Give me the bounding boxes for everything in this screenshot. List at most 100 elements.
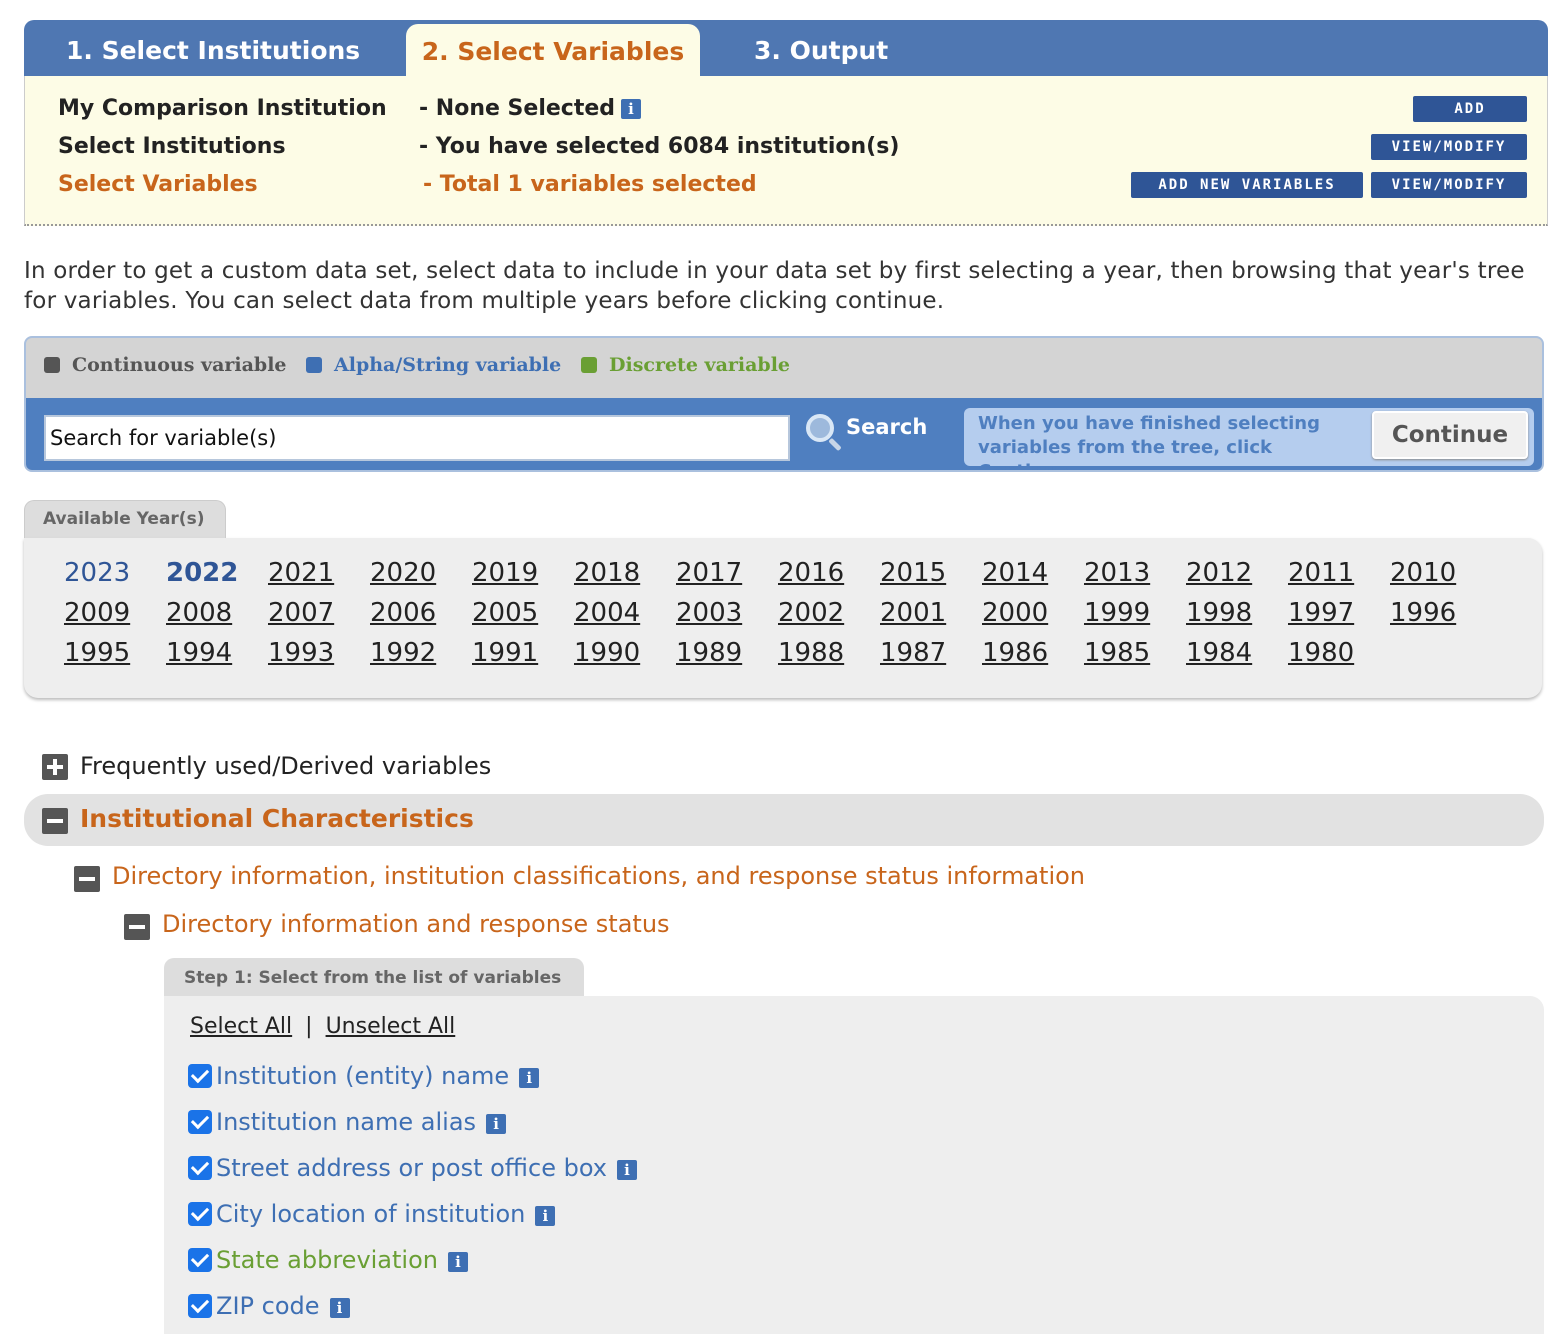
summary-value: - Total 1 variables selected [423,172,757,197]
year-link-2014[interactable]: 2014 [982,558,1048,588]
select-controls: Select All | Unselect All [190,1014,455,1039]
year-link-2011[interactable]: 2011 [1288,558,1354,588]
legend-continuous: Continuous variable [44,354,287,376]
legend-swatch [581,357,597,373]
view-modify-variables-button[interactable]: VIEW/MODIFY [1371,172,1527,198]
legend-swatch [306,357,322,373]
unselect-all-link[interactable]: Unselect All [326,1014,456,1039]
year-link-1988[interactable]: 1988 [778,638,844,668]
year-link-2015[interactable]: 2015 [880,558,946,588]
variable-item: Institution (entity) name i [188,1062,540,1090]
year-link-1996[interactable]: 1996 [1390,598,1456,628]
info-icon[interactable]: i [616,1160,637,1180]
legend-label: Continuous variable [72,354,287,376]
tab-output[interactable]: 3. Output [754,20,888,76]
year-link-2001[interactable]: 2001 [880,598,946,628]
year-link-1984[interactable]: 1984 [1186,638,1252,668]
collapse-icon[interactable] [124,914,150,940]
year-link-1987[interactable]: 1987 [880,638,946,668]
continue-box: When you have finished selecting variabl… [964,408,1534,470]
info-icon[interactable]: i [621,99,642,119]
add-new-variables-button[interactable]: ADD NEW VARIABLES [1131,172,1363,198]
year-link-2007[interactable]: 2007 [268,598,334,628]
search-icon [806,414,834,442]
variable-item: Institution name alias i [188,1108,507,1136]
year-link-2021[interactable]: 2021 [268,558,334,588]
expand-icon[interactable] [42,754,68,780]
info-icon[interactable]: i [448,1252,468,1272]
legend-label: Discrete variable [609,354,791,376]
year-link-1998[interactable]: 1998 [1186,598,1252,628]
variable-search-panel: Continuous variable Alpha/String variabl… [24,336,1544,472]
summary-value: - You have selected 6084 institution(s) [419,134,900,159]
add-comparison-button[interactable]: ADD [1413,96,1527,122]
variable-label: Institution name alias [216,1108,477,1136]
year-link-2018[interactable]: 2018 [574,558,640,588]
search-button[interactable]: Search [806,414,927,458]
year-link-2000[interactable]: 2000 [982,598,1048,628]
checkbox[interactable] [188,1156,212,1180]
select-all-link[interactable]: Select All [190,1014,292,1039]
variable-item: City location of institution i [188,1200,556,1228]
years-grid: 2023 2022 2021 2020 2019 2018 2017 2016 2015 2014… [24,538,1542,698]
year-link-2005[interactable]: 2005 [472,598,538,628]
year-link-1993[interactable]: 1993 [268,638,334,668]
year-link-1991[interactable]: 1991 [472,638,538,668]
collapse-icon[interactable] [74,866,100,892]
info-icon[interactable]: i [486,1114,507,1134]
summary-value-text: - None Selected [419,96,616,121]
year-link-2016[interactable]: 2016 [778,558,844,588]
checkbox[interactable] [188,1202,212,1226]
year-link-1986[interactable]: 1986 [982,638,1048,668]
year-link-1995[interactable]: 1995 [64,638,130,668]
checkbox[interactable] [188,1248,212,1272]
year-link-2017[interactable]: 2017 [676,558,742,588]
continue-button[interactable]: Continue [1372,411,1528,459]
year-link-2008[interactable]: 2008 [166,598,232,628]
info-icon[interactable]: i [535,1206,556,1226]
checkbox[interactable] [188,1064,212,1088]
year-link-1997[interactable]: 1997 [1288,598,1354,628]
tree-label: Directory information, institution class… [112,862,1086,890]
year-link-2020[interactable]: 2020 [370,558,436,588]
year-link-2002[interactable]: 2002 [778,598,844,628]
year-link-1990[interactable]: 1990 [574,638,640,668]
selection-summary: My Comparison Institution - None Selecte… [24,76,1548,226]
tree-label: Frequently used/Derived variables [80,752,492,780]
summary-label: Select Institutions [58,134,286,159]
year-link-1980[interactable]: 1980 [1288,638,1354,668]
step1-tab: Step 1: Select from the list of variable… [164,958,584,998]
year-link-2013[interactable]: 2013 [1084,558,1150,588]
tree-label: Institutional Characteristics [80,804,474,833]
summary-row-comparison: My Comparison Institution - None Selecte… [25,96,1547,130]
intro-text: In order to get a custom data set, selec… [24,258,1525,314]
year-link-2023[interactable]: 2023 [64,558,130,588]
tab-select-institutions[interactable]: 1. Select Institutions [66,20,360,76]
variable-legend: Continuous variable Alpha/String variabl… [26,338,1542,398]
checkbox[interactable] [188,1110,212,1134]
year-link-1989[interactable]: 1989 [676,638,742,668]
year-link-2006[interactable]: 2006 [370,598,436,628]
collapse-icon[interactable] [42,808,68,834]
wizard: 1. Select Institutions 2. Select Variabl… [24,20,1548,226]
year-link-2022[interactable]: 2022 [166,558,238,588]
checkbox[interactable] [188,1294,212,1318]
year-link-2009[interactable]: 2009 [64,598,130,628]
tab-select-variables[interactable]: 2. Select Variables [406,24,700,80]
variable-label: State abbreviation [216,1246,438,1274]
year-link-2019[interactable]: 2019 [472,558,538,588]
variable-item: ZIP code i [188,1292,350,1320]
year-link-2003[interactable]: 2003 [676,598,742,628]
year-link-2012[interactable]: 2012 [1186,558,1252,588]
variable-label: City location of institution [216,1200,526,1228]
view-modify-institutions-button[interactable]: VIEW/MODIFY [1371,134,1527,160]
year-link-2004[interactable]: 2004 [574,598,640,628]
info-icon[interactable]: i [329,1298,350,1318]
year-link-1992[interactable]: 1992 [370,638,436,668]
search-input[interactable]: Search for variable(s) [44,415,790,461]
year-link-1994[interactable]: 1994 [166,638,232,668]
year-link-1999[interactable]: 1999 [1084,598,1150,628]
year-link-1985[interactable]: 1985 [1084,638,1150,668]
year-link-2010[interactable]: 2010 [1390,558,1456,588]
info-icon[interactable]: i [519,1068,540,1088]
